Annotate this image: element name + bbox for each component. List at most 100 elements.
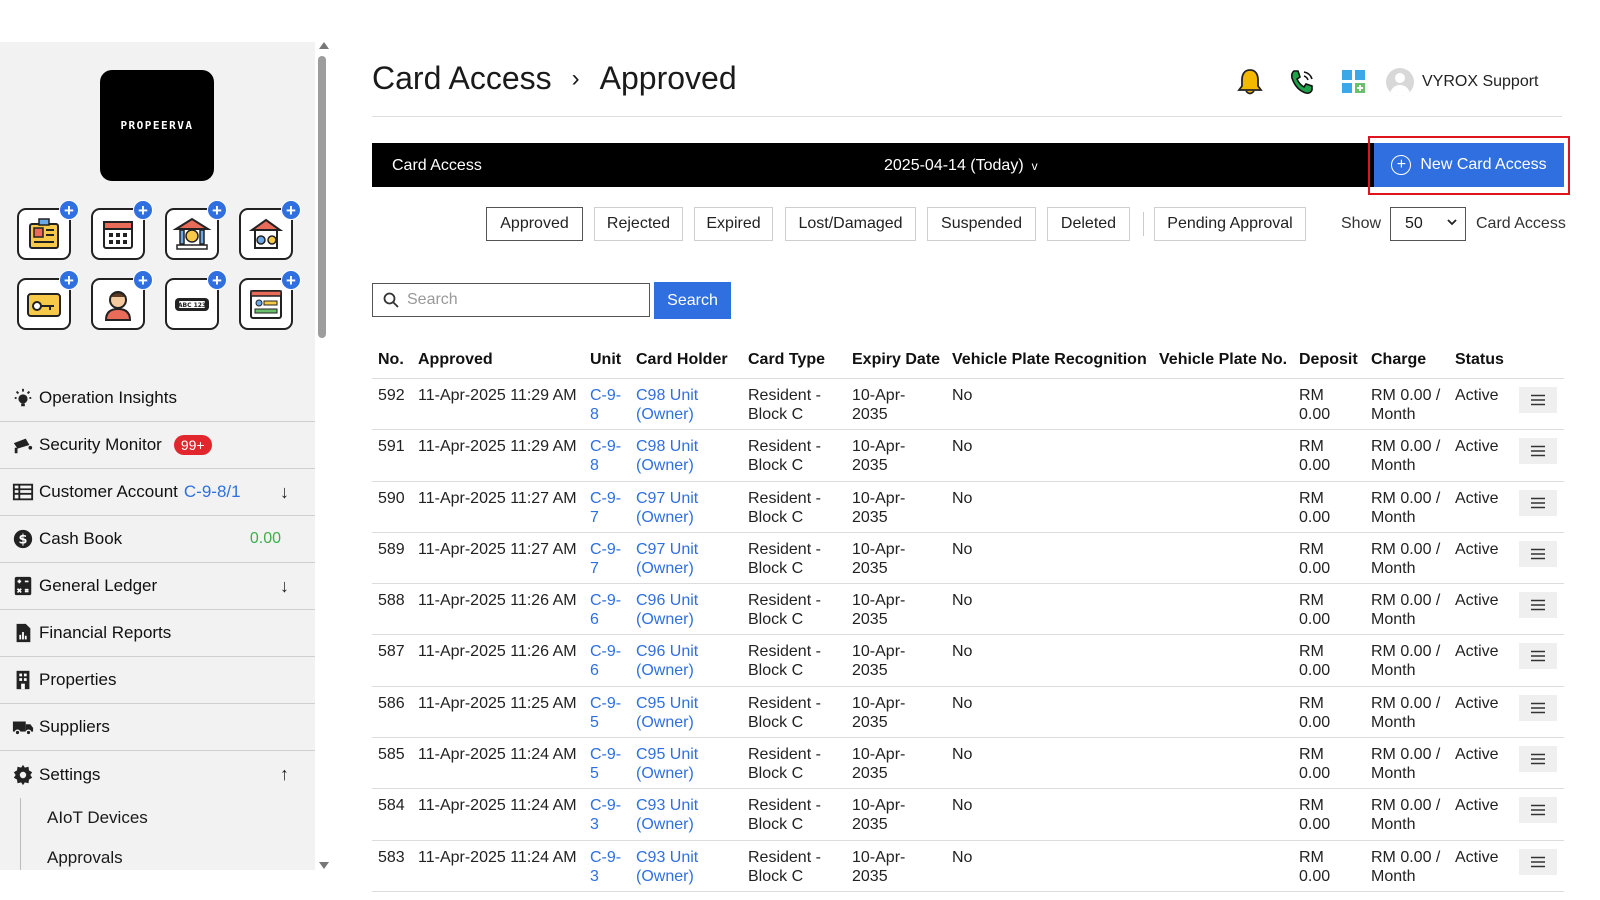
column-header[interactable]: Unit xyxy=(590,351,621,369)
logo[interactable]: PROPEERVA xyxy=(100,70,214,181)
breadcrumb-parent[interactable]: Card Access xyxy=(372,60,552,97)
row-menu-button[interactable] xyxy=(1519,643,1557,670)
row-menu-button[interactable] xyxy=(1519,489,1557,516)
cell-holder[interactable]: C97 Unit (Owner) xyxy=(636,540,698,578)
cell-unit[interactable]: C-9- 7 xyxy=(590,489,621,527)
nav-customer-account[interactable]: Customer Account C-9-8/1 ↓ xyxy=(0,469,315,516)
customer-account-link[interactable]: C-9-8/1 xyxy=(184,482,241,502)
table-row[interactable]: 586 11-Apr-2025 11:25 AM C-9- 5 C95 Unit (Own… xyxy=(372,687,1564,739)
row-menu-button[interactable] xyxy=(1519,848,1557,875)
quick-action-plate-number[interactable]: ABC 123 + xyxy=(165,270,227,330)
cell-holder[interactable]: C95 Unit (Owner) xyxy=(636,694,698,732)
column-header[interactable]: Vehicle Plate Recognition xyxy=(952,351,1147,369)
cell-holder[interactable]: C96 Unit (Owner) xyxy=(636,591,698,629)
scroll-up-arrow-icon[interactable] xyxy=(319,42,329,49)
nav-suppliers[interactable]: Suppliers xyxy=(0,704,315,751)
column-header[interactable]: Expiry Date xyxy=(852,351,940,369)
tab-approved[interactable]: Approved xyxy=(486,207,583,241)
column-header[interactable]: Card Type xyxy=(748,351,825,369)
bell-icon[interactable] xyxy=(1234,66,1266,98)
lightbulb-icon xyxy=(11,386,35,410)
cell-holder[interactable]: C93 Unit (Owner) xyxy=(636,848,698,886)
column-header[interactable]: Vehicle Plate No. xyxy=(1159,351,1287,369)
cell-holder[interactable]: C97 Unit (Owner) xyxy=(636,489,698,527)
tab-lost-damaged[interactable]: Lost/Damaged xyxy=(785,207,916,241)
nav-properties[interactable]: Properties xyxy=(0,657,315,704)
cell-unit[interactable]: C-9- 8 xyxy=(590,386,621,424)
search-input[interactable] xyxy=(407,291,637,309)
cell-unit[interactable]: C-9- 7 xyxy=(590,540,621,578)
table-row[interactable]: 592 11-Apr-2025 11:29 AM C-9- 8 C98 Unit (Own… xyxy=(372,379,1564,431)
cell-unit[interactable]: C-9- 5 xyxy=(590,745,621,783)
quick-action-login-screen[interactable]: + xyxy=(239,270,301,330)
tab-deleted[interactable]: Deleted xyxy=(1047,207,1130,241)
cell-status: Active xyxy=(1455,489,1499,507)
row-menu-button[interactable] xyxy=(1519,540,1557,567)
row-menu-button[interactable] xyxy=(1519,797,1557,824)
table-row[interactable]: 587 11-Apr-2025 11:26 AM C-9- 6 C96 Unit (Own… xyxy=(372,635,1564,687)
column-header[interactable]: Approved xyxy=(418,351,493,369)
quick-action-resident-card[interactable]: + xyxy=(17,200,79,260)
cell-unit[interactable]: C-9- 3 xyxy=(590,848,621,886)
tab-suspended[interactable]: Suspended xyxy=(927,207,1036,241)
scrollbar-thumb[interactable] xyxy=(318,56,326,338)
quick-action-facility[interactable]: + xyxy=(239,200,301,260)
cell-unit[interactable]: C-9- 6 xyxy=(590,642,621,680)
cell-unit[interactable]: C-9- 6 xyxy=(590,591,621,629)
cell-holder[interactable]: C96 Unit (Owner) xyxy=(636,642,698,680)
table-row[interactable]: 588 11-Apr-2025 11:26 AM C-9- 6 C96 Unit (Own… xyxy=(372,584,1564,636)
cell-holder[interactable]: C95 Unit (Owner) xyxy=(636,745,698,783)
collapse-arrow-icon[interactable]: ↑ xyxy=(280,764,289,785)
page-size-select[interactable]: 50 xyxy=(1390,207,1466,241)
cell-holder[interactable]: C98 Unit (Owner) xyxy=(636,437,698,475)
nav-financial-reports[interactable]: Financial Reports xyxy=(0,610,315,657)
quick-action-visitor[interactable]: + xyxy=(91,270,153,330)
avatar[interactable] xyxy=(1386,68,1414,96)
cell-unit[interactable]: C-9- 3 xyxy=(590,796,621,834)
row-menu-button[interactable] xyxy=(1519,592,1557,619)
expand-arrow-icon[interactable]: ↓ xyxy=(280,576,289,597)
column-header[interactable]: Charge xyxy=(1371,351,1426,369)
table-row[interactable]: 585 11-Apr-2025 11:24 AM C-9- 5 C95 Unit (Own… xyxy=(372,738,1564,790)
hamburger-menu-icon xyxy=(1531,599,1545,611)
apps-grid-icon[interactable] xyxy=(1338,66,1370,98)
cell-holder[interactable]: C98 Unit (Owner) xyxy=(636,386,698,424)
subnav-approvals[interactable]: Approvals xyxy=(20,838,315,870)
nav-settings[interactable]: Settings ↑ xyxy=(0,751,315,798)
scroll-down-arrow-icon[interactable] xyxy=(319,862,329,869)
expand-arrow-icon[interactable]: ↓ xyxy=(280,482,289,503)
column-header[interactable]: No. xyxy=(378,351,404,369)
tab-pending-approval[interactable]: Pending Approval xyxy=(1154,207,1306,241)
nav-security-monitor[interactable]: Security Monitor 99+ xyxy=(0,422,315,469)
table-row[interactable]: 590 11-Apr-2025 11:27 AM C-9- 7 C97 Unit (Own… xyxy=(372,482,1564,533)
table-row[interactable]: 591 11-Apr-2025 11:29 AM C-9- 8 C98 Unit (Own… xyxy=(372,430,1564,482)
column-header[interactable]: Card Holder xyxy=(636,351,728,369)
user-name[interactable]: VYROX Support xyxy=(1422,73,1539,91)
search-field[interactable] xyxy=(372,283,650,317)
row-menu-button[interactable] xyxy=(1519,387,1557,413)
quick-action-bank[interactable]: + xyxy=(165,200,227,260)
phone-icon[interactable] xyxy=(1286,66,1318,98)
row-menu-button[interactable] xyxy=(1519,746,1557,773)
table-row[interactable]: 589 11-Apr-2025 11:27 AM C-9- 7 C97 Unit (Own… xyxy=(372,533,1564,585)
new-card-access-button[interactable]: + New Card Access xyxy=(1374,143,1564,187)
subnav-aiot-devices[interactable]: AIoT Devices xyxy=(20,798,315,838)
table-row[interactable]: 583 11-Apr-2025 11:24 AM C-9- 3 C93 Unit (Own… xyxy=(372,841,1564,892)
nav-operation-insights[interactable]: Operation Insights xyxy=(0,375,315,422)
column-header[interactable]: Status xyxy=(1455,351,1504,369)
cell-unit[interactable]: C-9- 8 xyxy=(590,437,621,475)
cell-unit[interactable]: C-9- 5 xyxy=(590,694,621,732)
tab-rejected[interactable]: Rejected xyxy=(594,207,683,241)
row-menu-button[interactable] xyxy=(1519,438,1557,465)
tab-expired[interactable]: Expired xyxy=(694,207,773,241)
nav-cash-book[interactable]: $ Cash Book 0.00 xyxy=(0,516,315,563)
date-picker[interactable]: 2025-04-14 (Today) v xyxy=(884,157,1038,175)
quick-action-calendar[interactable]: + xyxy=(91,200,153,260)
search-button[interactable]: Search xyxy=(654,282,731,319)
quick-action-access-card[interactable]: + xyxy=(17,270,79,330)
cell-holder[interactable]: C93 Unit (Owner) xyxy=(636,796,698,834)
row-menu-button[interactable] xyxy=(1519,694,1557,721)
table-row[interactable]: 584 11-Apr-2025 11:24 AM C-9- 3 C93 Unit (Own… xyxy=(372,789,1564,841)
column-header[interactable]: Deposit xyxy=(1299,351,1358,369)
nav-general-ledger[interactable]: General Ledger ↓ xyxy=(0,563,315,610)
